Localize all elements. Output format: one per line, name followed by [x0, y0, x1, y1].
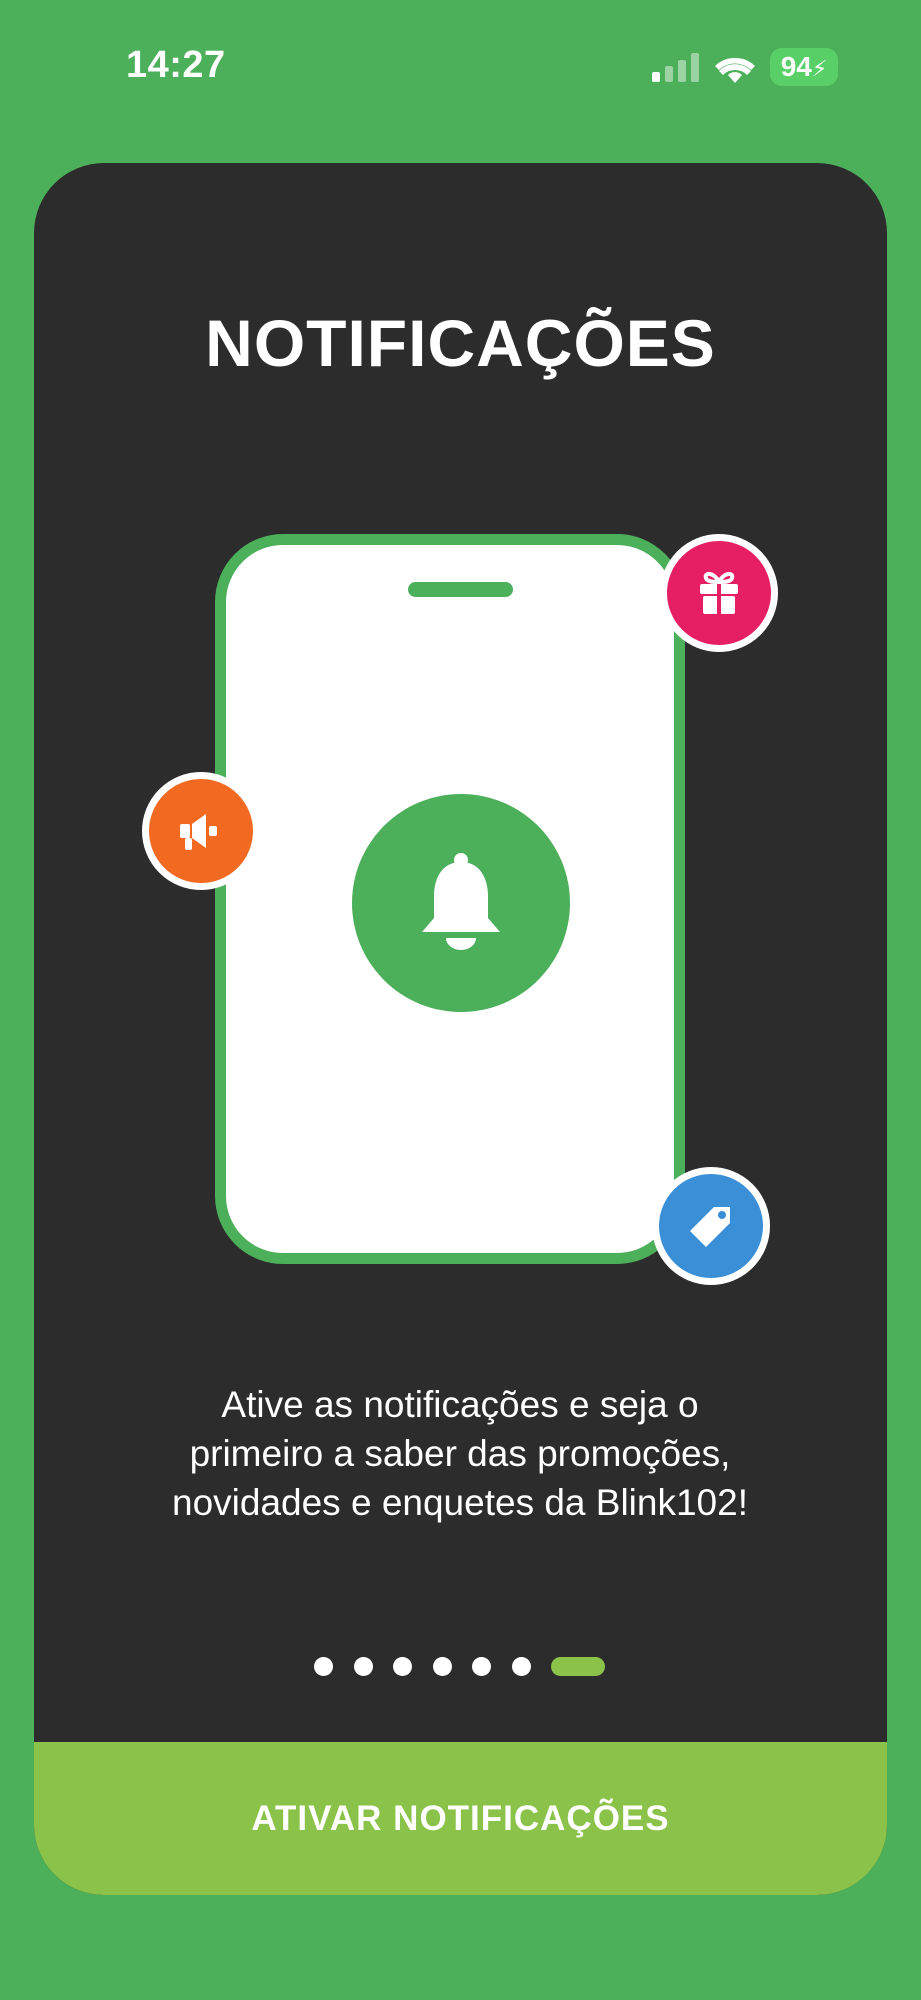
gift-icon: [700, 571, 738, 614]
megaphone-badge: [142, 772, 260, 890]
battery-level: 94: [780, 51, 812, 82]
page-title: NOTIFICAÇÕES: [205, 306, 716, 380]
page-dot[interactable]: [393, 1657, 412, 1676]
page-dot[interactable]: [433, 1657, 452, 1676]
enable-notifications-button[interactable]: ATIVAR NOTIFICAÇÕES: [34, 1742, 887, 1895]
page-indicator: [0, 1657, 921, 1677]
page-dot[interactable]: [354, 1657, 373, 1676]
status-time: 14:27: [126, 44, 226, 86]
gift-badge: [660, 534, 778, 652]
battery-indicator: 94⚡: [770, 48, 838, 86]
status-bar: 14:27 94⚡: [0, 0, 921, 140]
bell-badge: [352, 794, 570, 1012]
description-line: Ative as notificações e seja o: [221, 1384, 699, 1425]
page-dot[interactable]: [472, 1657, 491, 1676]
description-text: Ative as notificações e seja o primeiro …: [110, 1380, 810, 1527]
description-line: novidades e enquetes da Blink102!: [172, 1482, 748, 1523]
page-dot[interactable]: [512, 1657, 531, 1676]
charging-bolt-icon: ⚡: [811, 56, 828, 81]
tag-badge: [652, 1167, 770, 1285]
megaphone-icon: [180, 814, 217, 850]
page-dot[interactable]: [314, 1657, 333, 1676]
tag-icon: [690, 1207, 730, 1247]
cellular-signal-icon: [652, 52, 700, 82]
wifi-icon: [714, 50, 756, 84]
phone-speaker: [408, 582, 513, 597]
page-dot-active[interactable]: [551, 1657, 605, 1676]
description-line: primeiro a saber das promoções,: [189, 1433, 731, 1474]
bell-icon: [422, 853, 500, 950]
